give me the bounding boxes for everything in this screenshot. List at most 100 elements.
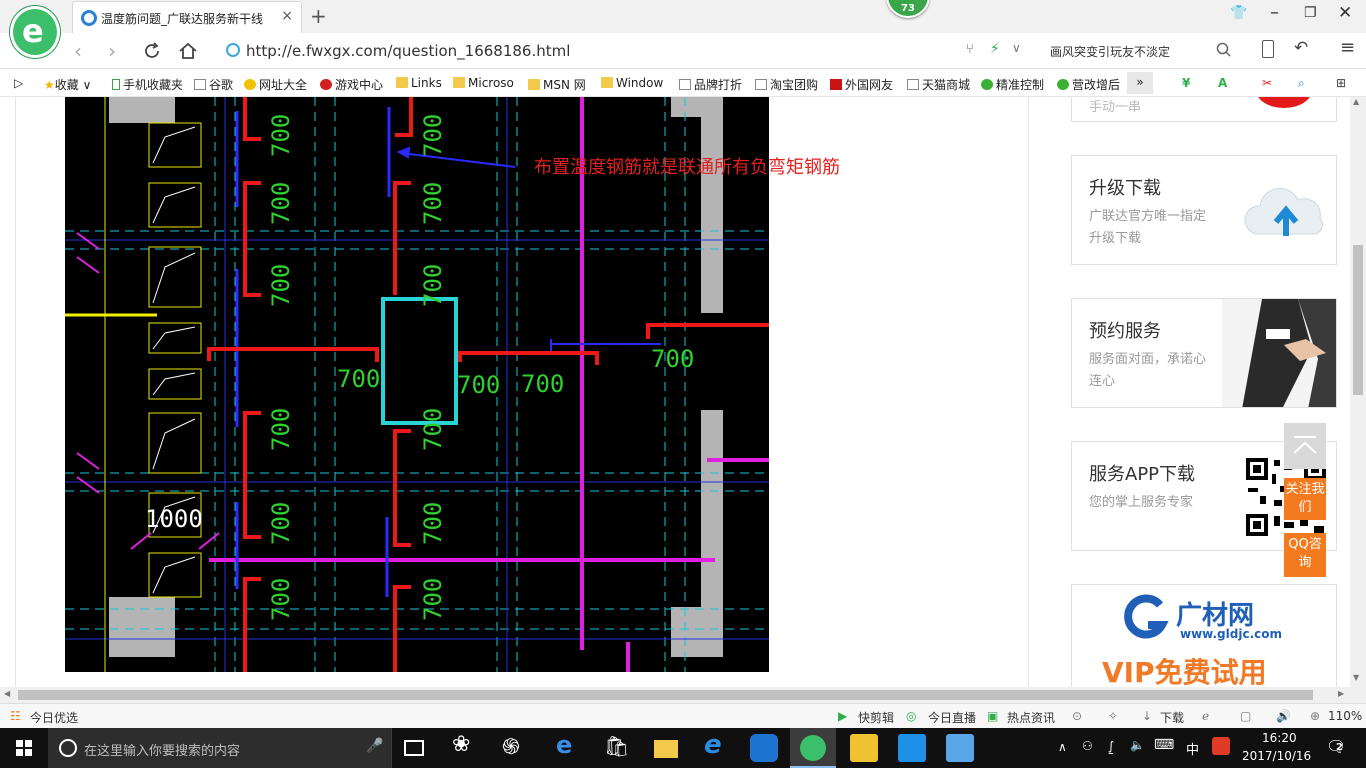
scroll-left-icon[interactable]: ◀ (4, 689, 10, 698)
live-link[interactable]: 今日直播 (928, 709, 976, 726)
shirt-skin-icon[interactable]: 👕 (1230, 5, 1247, 21)
hot-news-link[interactable]: 热点资讯 (1007, 709, 1055, 726)
chevron-down-icon[interactable]: ∨ (1012, 41, 1021, 55)
microphone-icon[interactable]: 🎤 (366, 738, 383, 754)
internet-explorer-icon[interactable]: e (704, 730, 732, 760)
clock-date[interactable]: 2017/10/16 (1242, 749, 1311, 763)
title-bar: 温度筋问题_广联达服务新干线 × + 73 👕 – ❐ ✕ (0, 0, 1366, 33)
find-extension-icon[interactable]: ⌕ (1298, 76, 1305, 91)
bookmark-mobile[interactable]: 手机收藏夹 (112, 76, 183, 93)
bookmark-tmall[interactable]: 天猫商城 (907, 76, 970, 93)
tool-app-icon[interactable] (898, 734, 926, 762)
mobile-icon[interactable] (1262, 40, 1274, 58)
home-icon[interactable] (178, 41, 198, 61)
search-icon[interactable] (1216, 42, 1232, 58)
quick-clip-link[interactable]: 快剪辑 (858, 709, 894, 726)
apps-grid-icon[interactable]: ⊞ (1336, 76, 1346, 90)
ime-indicator[interactable]: 中 (1186, 739, 1199, 758)
share-icon[interactable]: ⑂ (966, 42, 974, 57)
active-browser-task[interactable] (790, 728, 836, 768)
forward-icon[interactable]: › (108, 39, 116, 63)
zoom-level[interactable]: 110% (1328, 709, 1362, 723)
horizontal-scroll-thumb[interactable] (18, 690, 1313, 700)
minimize-icon[interactable]: – (1270, 2, 1279, 23)
bookmark-vat-reform[interactable]: 营改增后 (1057, 76, 1120, 93)
bookmark-taobao-group[interactable]: 淘宝团购 (755, 76, 818, 93)
ie-mode-icon[interactable]: ℯ (1202, 709, 1209, 723)
search-suggestion[interactable]: 画风突变引玩友不淡定 (1050, 43, 1170, 60)
sogou-ime-icon[interactable] (1212, 737, 1230, 755)
tab-close-icon[interactable]: × (281, 8, 293, 24)
news-icon[interactable]: ▣ (987, 709, 998, 723)
undo-icon[interactable]: ↶ (1294, 38, 1308, 58)
qq-consult-button[interactable]: QQ咨询 (1284, 533, 1326, 577)
vertical-scroll-thumb[interactable] (1353, 245, 1363, 395)
pin-icon[interactable]: ✧ (1108, 709, 1118, 723)
pinwheel-app-icon[interactable]: ❀ (452, 732, 480, 760)
glodon-app-icon[interactable] (750, 734, 778, 762)
tray-chevron-icon[interactable]: ∧ (1058, 740, 1067, 754)
live-icon[interactable]: ◎ (906, 709, 916, 723)
download-link[interactable]: 下载 (1160, 709, 1184, 726)
card-partial-top[interactable]: 手动一串 (1071, 97, 1337, 122)
bookmark-foreign-netizens[interactable]: 外国网友 (830, 76, 893, 93)
restore-icon[interactable]: ❐ (1304, 5, 1317, 21)
gift-icon[interactable]: ☷ (10, 709, 21, 723)
translate-extension-icon[interactable]: A (1218, 76, 1227, 90)
today-picks-link[interactable]: 今日优选 (30, 709, 78, 726)
keyboard-icon[interactable]: ⌨ (1154, 737, 1174, 753)
bookmark-windows[interactable]: Window (601, 76, 663, 90)
bookmark-game-center[interactable]: 游戏中心 (320, 76, 383, 93)
bookmark-msn[interactable]: MSN 网 (528, 76, 586, 93)
currency-extension-icon[interactable]: ¥ (1182, 76, 1190, 90)
url-input[interactable]: http://e.fwxgx.com/question_1668186.html (218, 38, 1034, 64)
more-bookmarks-icon[interactable]: » (1127, 72, 1153, 94)
browser-tab[interactable]: 温度筋问题_广联达服务新干线 × (72, 1, 302, 33)
volume-icon[interactable]: 🔈 (1130, 738, 1145, 752)
task-view-icon[interactable] (404, 740, 424, 756)
back-to-top-button[interactable] (1284, 423, 1326, 469)
card-upgrade-download[interactable]: 升级下载 广联达官方唯一指定升级下载 (1071, 155, 1337, 265)
sidebar-toggle-icon[interactable]: ▷ (14, 76, 23, 90)
speaker-icon[interactable]: 🔊 (1276, 709, 1291, 723)
back-icon[interactable]: ‹ (74, 39, 82, 63)
vertical-scrollbar[interactable]: ▲ ▼ (1350, 97, 1366, 687)
zoom-icon[interactable]: ⊕ (1310, 709, 1320, 723)
quick-clip-icon[interactable]: ▶ (838, 709, 847, 723)
edge-browser-icon[interactable]: e (556, 731, 584, 759)
window-icon[interactable]: ▢ (1240, 709, 1251, 723)
download-icon[interactable]: ↓ (1142, 709, 1152, 723)
follow-us-button[interactable]: 关注我们 (1284, 478, 1326, 520)
start-button[interactable] (0, 728, 48, 768)
bookmark-site-directory[interactable]: 网址大全 (244, 76, 307, 93)
screenshot-app-icon[interactable] (946, 734, 974, 762)
notification-badge[interactable]: 73 (886, 0, 930, 18)
people-icon[interactable]: ⚇ (1082, 739, 1093, 753)
file-explorer-icon[interactable] (654, 740, 678, 758)
card-gldjc-ad[interactable]: 广材网 www.gldjc.com VIP免费试用 (1071, 584, 1337, 687)
compass-icon[interactable]: ⊙ (1072, 709, 1082, 723)
new-tab-button[interactable]: + (310, 4, 327, 28)
bookmark-links[interactable]: Links (396, 76, 442, 90)
horizontal-scrollbar[interactable]: ◀ ▶ (0, 687, 1366, 703)
bookmark-favorites[interactable]: ★收藏 ∨ (44, 76, 91, 93)
notes-app-icon[interactable] (850, 734, 878, 762)
card-appointment-service[interactable]: 预约服务 服务面对面，承诺心连心 (1071, 298, 1337, 408)
clock-time[interactable]: 16:20 (1262, 731, 1297, 745)
bookmark-google[interactable]: 谷歌 (194, 76, 233, 93)
bookmark-precise-control[interactable]: 精准控制 (981, 76, 1044, 93)
taskbar-search-box[interactable]: 在这里输入你要搜索的内容 🎤 (48, 728, 392, 768)
swirl-app-icon[interactable]: ֍ (502, 732, 530, 760)
store-icon[interactable]: 🛍 (604, 734, 632, 762)
scroll-right-icon[interactable]: ▶ (1338, 689, 1344, 698)
lightning-icon[interactable]: ⚡ (990, 41, 1000, 57)
scroll-up-icon[interactable]: ▲ (1353, 97, 1359, 106)
wifi-icon[interactable]: ⨜ (1108, 739, 1114, 753)
bookmark-microsoft[interactable]: Microso (453, 76, 514, 90)
refresh-icon[interactable] (142, 41, 162, 61)
scissors-extension-icon[interactable]: ✂ (1262, 76, 1272, 90)
menu-icon[interactable]: ≡ (1340, 37, 1355, 58)
close-window-icon[interactable]: ✕ (1338, 3, 1352, 23)
scroll-down-icon[interactable]: ▼ (1353, 673, 1359, 682)
bookmark-brand-discount[interactable]: 品牌打折 (679, 76, 742, 93)
